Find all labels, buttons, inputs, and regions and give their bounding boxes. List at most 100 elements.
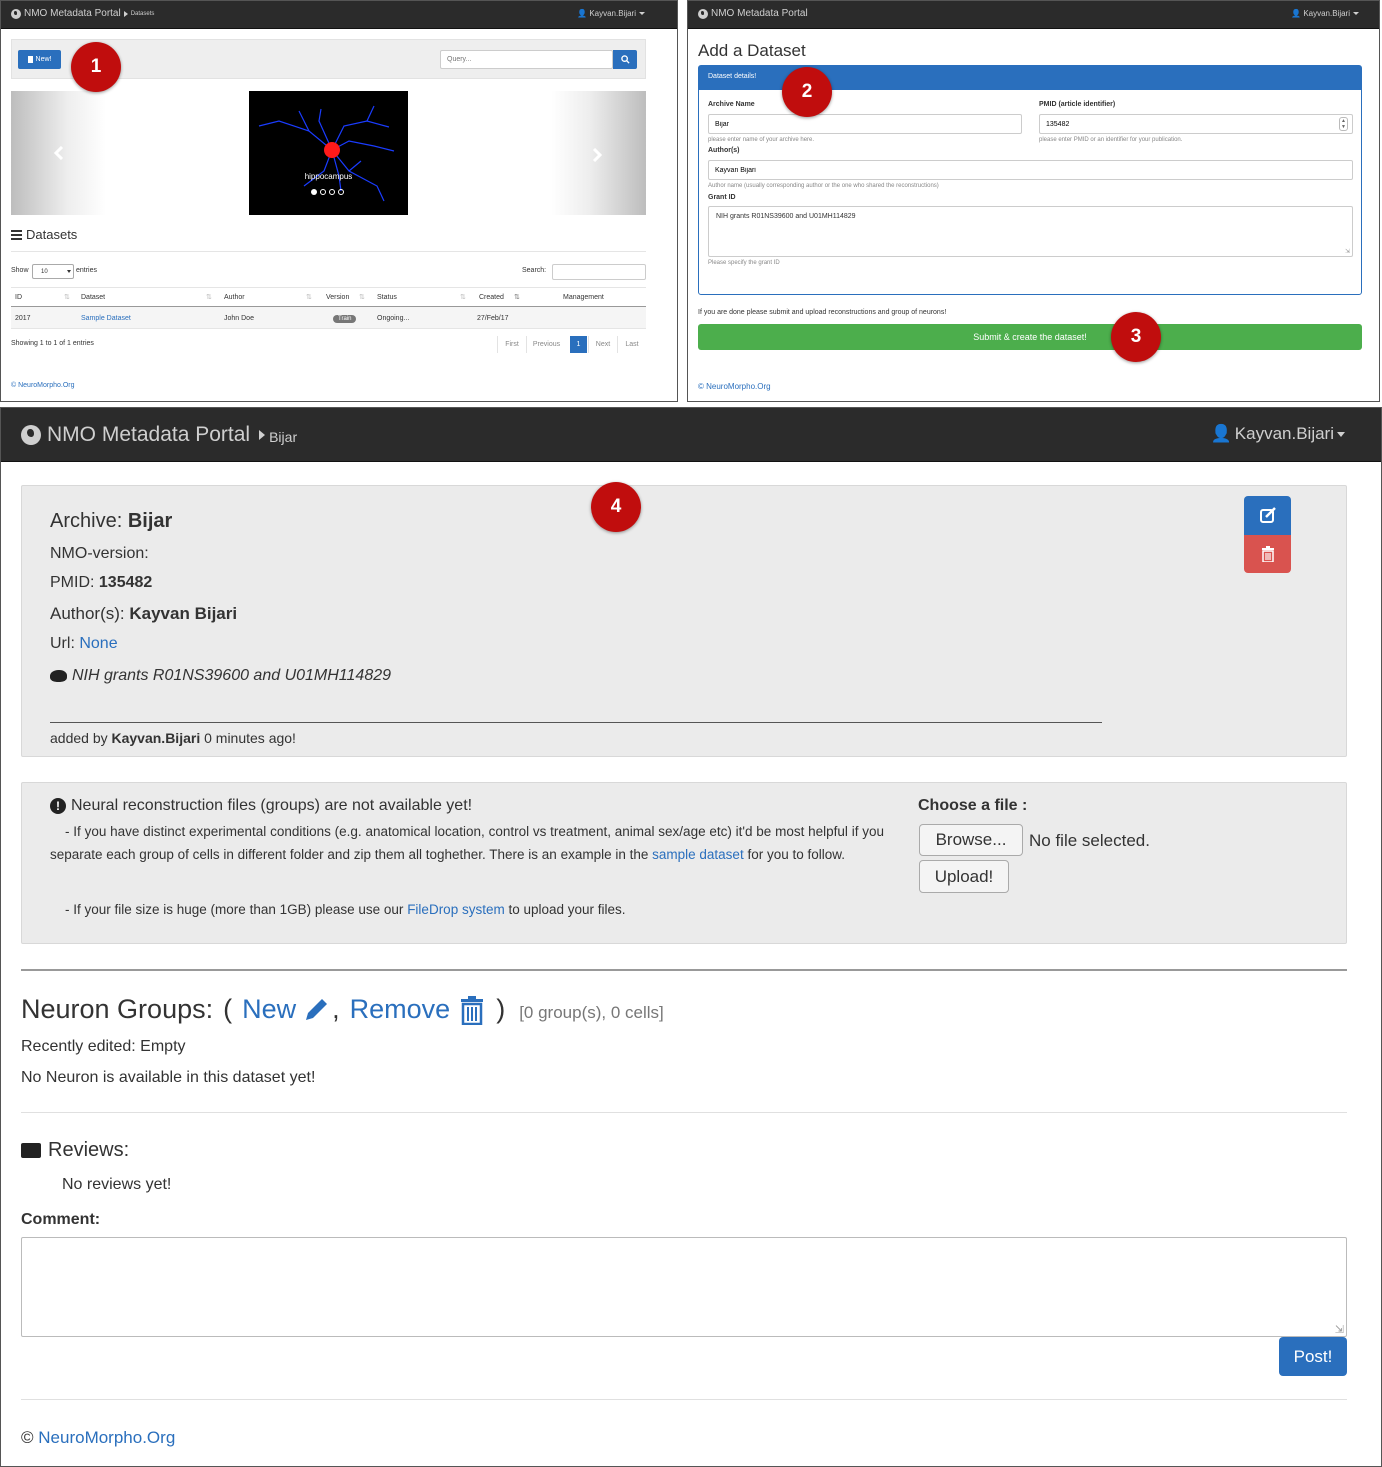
carousel-indicators[interactable] xyxy=(311,189,344,195)
footer[interactable]: © NeuroMorpho.Org xyxy=(11,382,75,389)
new-group-link[interactable]: New xyxy=(242,994,296,1025)
edit-dataset-button[interactable] xyxy=(1244,496,1291,535)
filedrop-link[interactable]: FileDrop system xyxy=(407,902,505,917)
col-author[interactable]: Author xyxy=(224,294,245,301)
show-label: Show xyxy=(11,267,29,274)
grant-text: NIH grants R01NS39600 and U01MH114829 xyxy=(72,667,392,684)
sort-icon[interactable]: ⇅ xyxy=(359,293,365,301)
sample-dataset-link[interactable]: sample dataset xyxy=(652,847,744,862)
sort-icon[interactable]: ⇅ xyxy=(206,293,212,301)
chevron-left-icon xyxy=(53,146,64,160)
col-id[interactable]: ID xyxy=(15,294,22,301)
url-label: Url: xyxy=(50,635,75,652)
page-length-select[interactable]: 10 xyxy=(32,264,74,279)
step-badge-3: 3 xyxy=(1111,312,1161,362)
query-input[interactable] xyxy=(440,50,613,69)
trash-icon xyxy=(1261,546,1274,562)
archive-name-input[interactable] xyxy=(708,114,1022,134)
step-badge-4: 4 xyxy=(591,482,641,532)
resize-handle-icon[interactable]: ⇲ xyxy=(1345,248,1350,255)
grant-label: Grant ID xyxy=(708,194,736,201)
authors-help: Author name (usually corresponding autho… xyxy=(708,183,939,189)
neuron-image xyxy=(258,105,395,202)
authors-input[interactable] xyxy=(708,160,1353,180)
globe-icon xyxy=(11,8,21,19)
col-dataset[interactable]: Dataset xyxy=(81,294,105,301)
reviews-title: Reviews: xyxy=(48,1139,130,1161)
comment-label: Comment: xyxy=(21,1211,101,1228)
page-first[interactable]: First xyxy=(497,336,526,353)
indicator-dot[interactable] xyxy=(329,189,335,195)
dataset-link[interactable]: Sample Dataset xyxy=(81,315,131,322)
sort-icon[interactable]: ⇅ xyxy=(64,293,70,301)
caret-right-icon xyxy=(123,10,128,17)
globe-icon xyxy=(21,425,41,445)
notice-paragraph-2: - If your file size is huge (more than 1… xyxy=(65,902,626,917)
post-comment-button[interactable]: Post! xyxy=(1279,1337,1347,1376)
chevron-right-icon xyxy=(592,148,603,162)
trash-icon[interactable] xyxy=(460,995,484,1025)
navbar: NMO Metadata Portal 👤 Kayvan.Bijari xyxy=(688,1,1379,29)
pencil-icon[interactable] xyxy=(302,996,330,1024)
carousel-prev[interactable] xyxy=(11,91,106,215)
pmid-label: PMID (article identifier) xyxy=(1039,101,1116,108)
navbar: NMO Metadata Portal Datasets 👤 Kayvan.Bi… xyxy=(1,1,677,29)
browse-button[interactable]: Browse... xyxy=(919,824,1023,856)
col-version[interactable]: Version xyxy=(326,294,349,301)
delete-dataset-button[interactable] xyxy=(1244,535,1291,573)
grant-help: Please specify the grant ID xyxy=(708,260,780,266)
col-created[interactable]: Created xyxy=(479,294,504,301)
page-next[interactable]: Next xyxy=(588,336,617,353)
page-previous[interactable]: Previous xyxy=(526,336,566,353)
footer[interactable]: © NeuroMorpho.Org xyxy=(698,382,771,391)
groups-open-paren: ( xyxy=(223,994,233,1024)
groups-title: Neuron Groups: xyxy=(21,994,214,1024)
sort-icon[interactable]: ⇅ xyxy=(460,293,466,301)
comment-textarea[interactable]: ⇲ xyxy=(21,1237,1347,1337)
sort-icon[interactable]: ⇅ xyxy=(306,293,312,301)
carousel-next[interactable] xyxy=(551,91,646,215)
col-status[interactable]: Status xyxy=(377,294,397,301)
grant-textarea[interactable]: NIH grants R01NS39600 and U01MH114829 ⇲ xyxy=(708,206,1353,257)
added-suffix: 0 minutes ago! xyxy=(204,730,296,746)
upload-button[interactable]: Upload! xyxy=(919,860,1009,893)
pmid-stepper[interactable]: ▲ ▼ xyxy=(1339,117,1348,131)
archive-label: Archive Name xyxy=(708,101,755,108)
grant-value: NIH grants R01NS39600 and U01MH114829 xyxy=(716,213,856,220)
post-label: Post! xyxy=(1293,1346,1333,1366)
indicator-dot[interactable] xyxy=(311,189,317,195)
details-header-text: Dataset details! xyxy=(708,73,757,80)
search-label: Search: xyxy=(522,267,547,274)
user-menu[interactable]: Kayvan.Bijari xyxy=(589,9,636,18)
table-search-input[interactable] xyxy=(552,264,646,280)
neuron-groups-heading: Neuron Groups: ( New , Remove ) [0 group… xyxy=(21,994,664,1025)
remove-group-link[interactable]: Remove xyxy=(350,994,451,1025)
page-last[interactable]: Last xyxy=(617,336,646,353)
brand-title[interactable]: NMO Metadata Portal xyxy=(47,423,250,447)
footer-link[interactable]: NeuroMorpho.Org xyxy=(38,1428,175,1447)
groups-count: [0 group(s), 0 cells] xyxy=(519,1002,664,1022)
user-menu[interactable]: Kayvan.Bijari xyxy=(1235,424,1334,444)
file-icon xyxy=(27,56,33,63)
cell-author: John Doe xyxy=(224,315,254,322)
resize-handle-icon[interactable]: ⇲ xyxy=(1335,1323,1344,1336)
indicator-dot[interactable] xyxy=(338,189,344,195)
divider xyxy=(11,251,646,252)
new-dataset-button[interactable]: New! xyxy=(18,50,61,69)
brand-title[interactable]: NMO Metadata Portal xyxy=(711,8,808,19)
page-1[interactable]: 1 xyxy=(570,336,587,353)
breadcrumb-current[interactable]: Datasets xyxy=(131,11,155,17)
user-menu[interactable]: Kayvan.Bijari xyxy=(1303,9,1350,18)
submit-dataset-button[interactable]: Submit & create the dataset! xyxy=(698,324,1362,350)
notice-title-line: ! Neural reconstruction files (groups) a… xyxy=(50,797,472,815)
breadcrumb-current[interactable]: Bijar xyxy=(269,429,297,445)
sort-desc-icon[interactable]: ⇅ xyxy=(514,293,520,301)
pmid-input[interactable] xyxy=(1039,114,1353,134)
brand-title[interactable]: NMO Metadata Portal xyxy=(24,8,121,19)
indicator-dot[interactable] xyxy=(320,189,326,195)
search-button[interactable] xyxy=(613,50,637,69)
url-value[interactable]: None xyxy=(79,635,117,652)
caret-right-icon xyxy=(259,430,266,440)
cell-created: 27/Feb/17 xyxy=(477,315,509,322)
dataset-info-well: Archive: Bijar NMO-version: PMID: 135482… xyxy=(21,485,1347,757)
